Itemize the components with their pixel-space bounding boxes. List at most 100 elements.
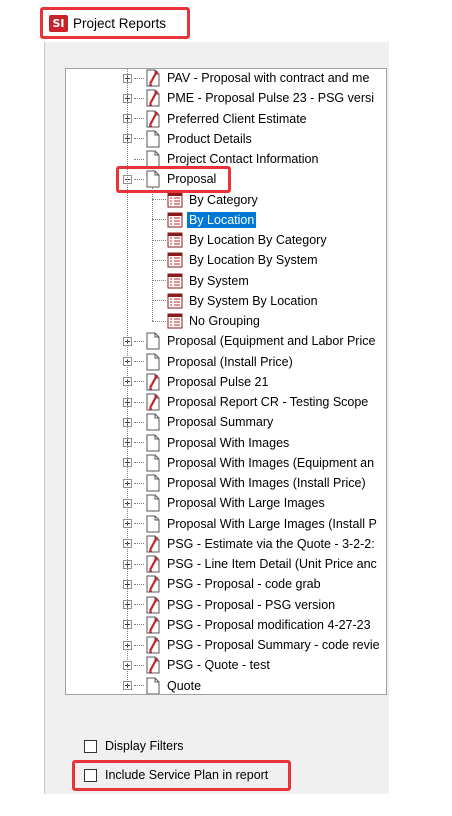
grouping-icon	[167, 273, 183, 288]
display-filters-checkbox[interactable]	[84, 739, 97, 753]
report-red-icon	[146, 373, 160, 391]
tree-branch-line	[134, 401, 144, 403]
document-icon	[146, 413, 160, 431]
tree-item[interactable]: Preferred Client Estimate	[123, 109, 309, 129]
tree-branch-line	[134, 77, 144, 79]
tree-item-label: By Location By Category	[189, 233, 327, 247]
grouping-icon	[167, 212, 183, 228]
document-icon	[146, 515, 160, 532]
tree-child-item[interactable]: By Location	[152, 210, 257, 230]
document-icon	[146, 474, 160, 492]
include-service-plan-label: Include Service Plan in report	[105, 768, 269, 782]
tree-item[interactable]: PSG - Estimate via the Quote - 3-2-2:	[123, 534, 377, 554]
tree-item-label: PSG - Proposal Summary - code revie	[167, 638, 380, 652]
tree-child-item[interactable]: By System By Location	[152, 291, 320, 311]
tree-item-label: PSG - Proposal modification 4-27-23	[167, 617, 371, 632]
report-red-icon	[146, 393, 160, 411]
tree-branch-line	[134, 644, 144, 646]
tree-item[interactable]: Proposal With Large Images (Install P	[123, 514, 379, 534]
tree-branch-line	[134, 381, 144, 383]
report-red-icon	[146, 616, 160, 634]
tree-child-item[interactable]: By Location By System	[152, 250, 320, 270]
tree-branch-line	[134, 502, 144, 504]
tree-item-label: Proposal Summary	[167, 415, 274, 430]
tree-item-label: Quote	[167, 678, 202, 693]
tree-item[interactable]: PME - Proposal Pulse 23 - PSG versi	[123, 88, 376, 108]
grouping-icon	[167, 313, 183, 329]
include-service-plan-option[interactable]: Include Service Plan in report	[84, 768, 268, 782]
tree-item[interactable]: PSG - Proposal Summary - code revie	[123, 635, 382, 655]
tree-item[interactable]: Proposal (Equipment and Labor Price	[123, 331, 377, 351]
tree-item-label: PSG - Estimate via the Quote - 3-2-2:	[167, 536, 375, 551]
tree-branch-line	[134, 583, 144, 585]
tree-branch-line	[152, 259, 166, 261]
tree-item[interactable]: Proposal	[123, 169, 218, 189]
document-icon	[146, 130, 160, 148]
tree-branch-line	[134, 523, 144, 524]
tree-item-label: By Category	[189, 192, 258, 207]
tree-item[interactable]: Proposal With Images (Equipment an	[123, 453, 376, 473]
document-icon	[146, 494, 160, 512]
tree-item-label: By System	[189, 273, 249, 288]
tree-item[interactable]: PSG - Quote - test	[123, 655, 272, 675]
tree-item-label: Proposal With Images (Install Price)	[167, 476, 366, 490]
report-red-icon	[146, 535, 160, 553]
display-filters-option[interactable]: Display Filters	[84, 739, 184, 753]
report-red-icon	[146, 575, 160, 593]
report-red-icon	[146, 555, 160, 573]
tree-child-item[interactable]: By System	[152, 271, 251, 291]
report-red-icon	[146, 656, 160, 674]
document-icon	[146, 677, 160, 694]
tree-item-label: PAV - Proposal with contract and me	[167, 71, 370, 85]
tree-branch-line	[134, 462, 144, 464]
tree-item[interactable]: PSG - Proposal - PSG version	[123, 595, 337, 615]
tree-item[interactable]: Product Details	[123, 129, 254, 149]
report-red-icon	[146, 636, 160, 654]
tree-child-item[interactable]: By Category	[152, 190, 260, 210]
tree-branch-line	[152, 300, 166, 302]
grouping-icon	[167, 252, 183, 268]
tree-item[interactable]: PSG - Line Item Detail (Unit Price anc	[123, 554, 379, 574]
tree-item[interactable]: Proposal Pulse 21	[123, 372, 270, 392]
tree-branch-line	[134, 685, 144, 686]
tree-item-label: Proposal (Equipment and Labor Price	[167, 334, 376, 349]
tree-item-label: Proposal With Images	[167, 435, 290, 450]
tree-branch-line	[152, 320, 166, 322]
tree-item-label: PSG - Line Item Detail (Unit Price anc	[167, 557, 377, 571]
tree-item-label: Proposal Pulse 21	[167, 374, 269, 389]
tree-branch-line	[134, 421, 144, 423]
tree-item[interactable]: Proposal With Images (Install Price)	[123, 473, 368, 493]
tree-item[interactable]: Proposal (Install Price)	[123, 352, 295, 372]
tree-item-label: Preferred Client Estimate	[167, 111, 307, 126]
report-red-icon	[146, 69, 160, 87]
tree-item[interactable]: Proposal With Images	[123, 433, 291, 453]
tree-item[interactable]: Proposal Summary	[123, 412, 275, 432]
tree-child-item[interactable]: By Location By Category	[152, 230, 329, 250]
tree-item[interactable]: Proposal With Large Images	[123, 493, 327, 513]
tree-branch-line	[134, 664, 144, 666]
document-icon	[146, 170, 160, 188]
tree-item[interactable]: Project Contact Information	[123, 149, 320, 169]
tree-item[interactable]: PSG - Proposal - code grab	[123, 574, 323, 594]
tree-branch-line	[152, 219, 166, 221]
report-tree[interactable]: PAV - Proposal with contract and me PME -…	[65, 68, 387, 695]
tree-item[interactable]: PAV - Proposal with contract and me	[123, 69, 371, 88]
tree-branch-line	[134, 624, 144, 626]
tree-connector-line	[127, 69, 128, 686]
report-red-icon	[146, 596, 160, 613]
tree-item[interactable]: Proposal Report CR - Testing Scope	[123, 392, 370, 412]
tree-item[interactable]: PSG - Proposal modification 4-27-23	[123, 615, 373, 635]
tree-item[interactable]: Quote	[123, 676, 203, 694]
document-icon	[146, 150, 160, 168]
tree-branch-line	[134, 138, 144, 140]
tree-item-label: PSG - Proposal - code grab	[167, 577, 321, 592]
tree-item-label: Proposal Report CR - Testing Scope	[167, 395, 369, 409]
grouping-icon	[167, 293, 183, 309]
tree-item-label: No Grouping	[189, 314, 260, 328]
app-logo-icon: SI	[49, 14, 68, 32]
document-icon	[146, 434, 160, 451]
include-service-plan-checkbox[interactable]	[84, 768, 97, 782]
tree-branch-line	[152, 280, 166, 281]
tree-branch-line	[134, 543, 144, 545]
tree-child-item[interactable]: No Grouping	[152, 311, 262, 331]
